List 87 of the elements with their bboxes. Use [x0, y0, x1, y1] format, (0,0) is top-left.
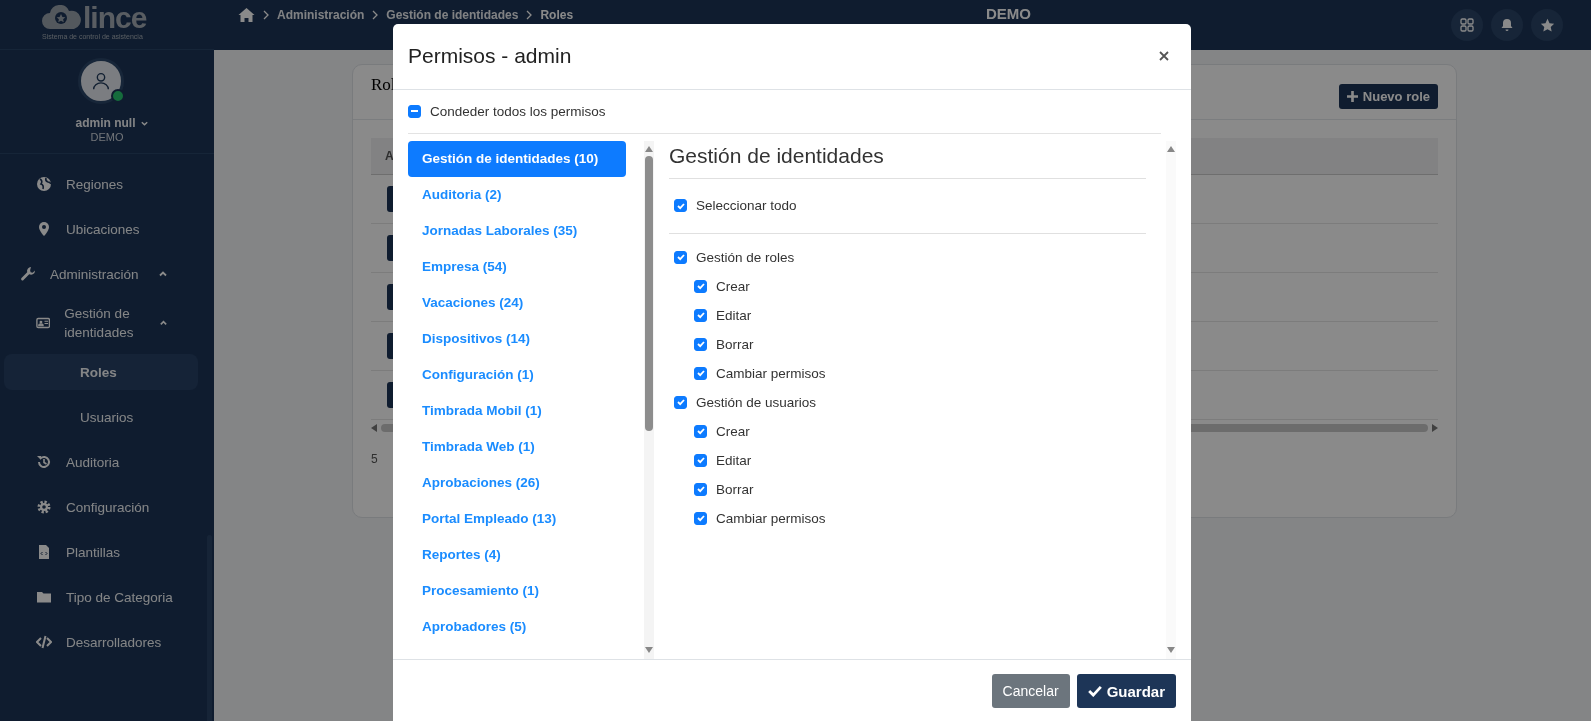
checkbox-label: Editar — [716, 452, 752, 468]
scrollbar[interactable] — [644, 140, 654, 660]
globe-icon — [36, 176, 52, 192]
checkbox[interactable] — [674, 395, 687, 409]
chevron-right-icon — [263, 10, 269, 20]
gear-icon — [36, 499, 52, 515]
save-button[interactable]: Guardar — [1076, 674, 1176, 709]
section-title: Gestión de identidades — [669, 140, 1146, 179]
breadcrumb-link[interactable]: Administración — [277, 8, 365, 22]
category-tab[interactable]: Procesamiento (1) — [408, 572, 626, 609]
checkbox[interactable] — [694, 453, 707, 467]
checkbox[interactable] — [694, 424, 707, 438]
checkbox-label: Condeder todos los permisos — [430, 103, 606, 119]
category-tab[interactable]: Aprobaciones (26) — [408, 464, 626, 501]
logo-text: lince — [83, 4, 147, 32]
sidebar-item[interactable]: Usuarios — [4, 399, 198, 435]
breadcrumb-link[interactable]: Gestión de identidades — [386, 8, 519, 22]
history-icon — [36, 454, 52, 470]
dialog-title: Permisos - admin — [408, 44, 572, 69]
checkbox[interactable] — [674, 250, 687, 264]
wrench-icon — [20, 266, 36, 282]
category-tab[interactable]: Auditoria (2) — [408, 176, 626, 213]
checkbox-label: Editar — [716, 307, 752, 323]
file-icon — [36, 544, 52, 560]
user-name[interactable]: admin null — [75, 116, 136, 130]
category-tab[interactable]: Vacaciones (24) — [408, 284, 626, 321]
sidebar-item[interactable]: Roles — [4, 354, 198, 390]
checkbox[interactable] — [408, 104, 421, 118]
user-organization: DEMO — [90, 131, 124, 143]
checkbox-label: Borrar — [716, 481, 754, 497]
checkbox-label: Cambiar permisos — [716, 365, 826, 381]
checkbox-label: Crear — [716, 423, 750, 439]
checkbox-label: Crear — [716, 278, 750, 294]
category-tab[interactable]: Gestión de identidades (10) — [408, 140, 626, 177]
checkbox[interactable] — [694, 482, 707, 496]
checkbox[interactable] — [694, 337, 707, 351]
new-role-button[interactable]: Nuevo role — [1338, 83, 1438, 109]
scrollbar[interactable] — [1166, 140, 1176, 660]
sidebar-item[interactable]: Ubicaciones — [4, 211, 198, 247]
sidebar-item[interactable]: Tipo de Categoria — [4, 579, 198, 615]
category-tab[interactable]: Jornadas Laborales (35) — [408, 212, 626, 249]
category-tab[interactable]: Timbrada Mobil (1) — [408, 392, 626, 429]
sidebar-item[interactable]: Configuración — [4, 489, 198, 525]
sidebar-item[interactable]: Administración — [4, 256, 198, 292]
category-tab[interactable]: Configuración (1) — [408, 356, 626, 393]
checkbox-label: Cambiar permisos — [716, 510, 826, 526]
sidebar-item[interactable]: Regiones — [4, 166, 198, 202]
folder-icon — [36, 589, 52, 605]
pagination-text: 5 — [371, 452, 378, 466]
cancel-button[interactable]: Cancelar — [991, 674, 1070, 709]
chevron-icon — [159, 318, 168, 328]
check-icon — [1087, 685, 1102, 698]
checkbox[interactable] — [674, 199, 687, 213]
checkbox[interactable] — [694, 308, 707, 322]
plus-icon — [1346, 90, 1358, 102]
bell-icon[interactable] — [1491, 9, 1523, 41]
column-header: A — [385, 149, 394, 163]
sidebar-item[interactable]: Gestión de identidades — [4, 301, 198, 345]
checkbox[interactable] — [694, 279, 707, 293]
logo-cloud-icon — [42, 5, 82, 31]
category-tab[interactable]: Portal Empleado (13) — [408, 500, 626, 537]
environment-label: DEMO — [986, 5, 1031, 22]
code-icon — [36, 634, 52, 650]
avatar[interactable] — [78, 58, 124, 104]
checkbox-label: Borrar — [716, 336, 754, 352]
checkbox-label: Gestión de usuarios — [696, 394, 817, 410]
checkbox-label: Gestión de roles — [696, 249, 795, 265]
category-tab[interactable]: Timbrada Web (1) — [408, 428, 626, 465]
checkbox-label: Seleccionar todo — [696, 198, 797, 214]
chevron-right-icon — [372, 10, 379, 20]
chevron-right-icon — [526, 10, 533, 20]
category-tab[interactable]: Reportes (4) — [408, 536, 626, 573]
sidebar-item[interactable]: Desarrolladores — [4, 624, 198, 660]
checkbox[interactable] — [694, 511, 707, 525]
sidebar-item[interactable]: Auditoria — [4, 444, 198, 480]
pin-icon — [36, 221, 52, 237]
breadcrumb-link[interactable]: Roles — [540, 8, 574, 22]
category-tab[interactable]: Dispositivos (14) — [408, 320, 626, 357]
id-card-icon — [36, 315, 51, 331]
category-tab[interactable]: Empresa (54) — [408, 248, 626, 285]
apps-icon[interactable] — [1451, 9, 1483, 41]
chevron-icon — [158, 269, 168, 279]
sidebar-item[interactable]: Plantillas — [4, 534, 198, 570]
user-icon — [90, 70, 112, 92]
checkbox[interactable] — [694, 366, 707, 380]
home-icon[interactable] — [238, 8, 255, 22]
category-tab[interactable]: Aprobadores (5) — [408, 608, 626, 645]
